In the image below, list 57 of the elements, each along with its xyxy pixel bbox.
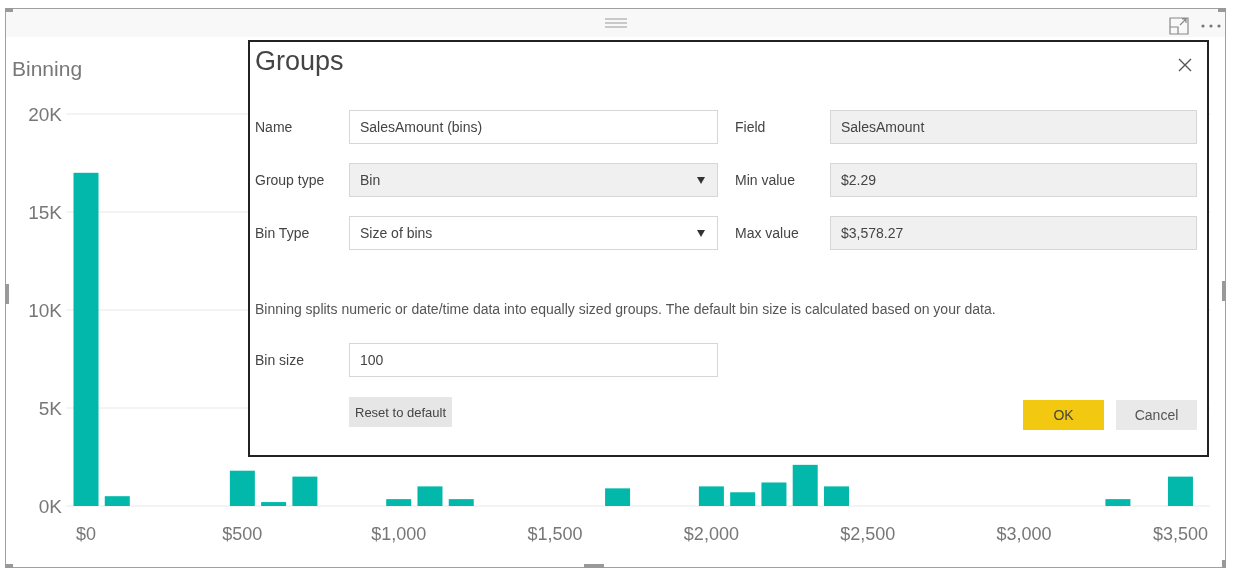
resize-handle[interactable] — [1222, 281, 1226, 301]
caret-icon — [697, 176, 705, 184]
axis-tick-label: 15K — [28, 202, 62, 223]
axis-tick-label: $0 — [76, 524, 96, 544]
field-label: Min value — [734, 172, 796, 188]
focus-mode-icon[interactable] — [1169, 17, 1189, 35]
input-field[interactable]: SalesAmount (bins) — [349, 110, 718, 144]
histogram-bar — [698, 486, 724, 506]
field-label: Field — [734, 119, 767, 135]
histogram-bar — [761, 482, 787, 506]
histogram-bar — [386, 499, 412, 506]
axis-tick-label: $1,500 — [527, 524, 583, 544]
description-text: Binning splits numeric or date/time data into equally sized groups. The default bin size is calculated based on your data. — [255, 301, 997, 317]
resize-handle[interactable] — [1218, 8, 1226, 12]
histogram-bar — [229, 470, 255, 506]
axis-tick-label: $2,000 — [683, 524, 739, 544]
field-label: Max value — [734, 225, 800, 241]
resize-handle[interactable] — [5, 8, 13, 12]
cancel-button[interactable]: Cancel — [1116, 400, 1197, 430]
drag-handle-icon[interactable] — [604, 18, 627, 28]
ok-button[interactable]: OK — [1023, 400, 1104, 430]
histogram-bar — [1167, 476, 1193, 506]
axis-tick-label: 20K — [28, 104, 62, 125]
reset-button[interactable]: Reset to default — [349, 397, 453, 427]
chart-title: Binning — [12, 57, 83, 81]
axis-tick-label: $1,000 — [371, 524, 427, 544]
field-label: Group type — [255, 172, 326, 188]
caret-icon — [697, 229, 705, 237]
histogram-bar — [792, 464, 818, 506]
histogram-bar — [824, 486, 849, 506]
axis-tick-label: 0K — [38, 496, 62, 517]
axis-tick-label: $2,500 — [840, 524, 896, 544]
dialog-title: Groups — [255, 46, 344, 77]
more-options-icon[interactable] — [1201, 24, 1221, 28]
histogram-bar — [292, 476, 318, 506]
dropdown[interactable]: Size of bins — [349, 216, 718, 250]
histogram-bar — [104, 496, 130, 506]
bin-size-field[interactable]: 100 — [349, 343, 718, 377]
field-label: Bin Type — [255, 225, 311, 241]
histogram-bar — [417, 486, 443, 506]
axis-tick-label: 10K — [28, 300, 62, 321]
histogram-bar — [448, 499, 474, 506]
histogram-bar — [605, 488, 631, 506]
axis-tick-label: 5K — [38, 398, 62, 419]
close-icon[interactable] — [1178, 58, 1192, 72]
resize-handle[interactable] — [5, 284, 9, 304]
axis-tick-label: $500 — [222, 524, 263, 544]
field-label: Bin size — [255, 352, 306, 368]
field-label: Name — [255, 119, 294, 135]
resize-handle[interactable] — [5, 564, 13, 568]
axis-tick-label: $3,000 — [996, 524, 1052, 544]
histogram-bar — [261, 502, 287, 506]
resize-handle[interactable] — [584, 564, 604, 568]
resize-handle[interactable] — [1222, 560, 1226, 568]
axis-tick-label: $3,500 — [1152, 524, 1208, 544]
histogram-bar — [730, 492, 756, 506]
histogram-bar — [1105, 499, 1131, 506]
